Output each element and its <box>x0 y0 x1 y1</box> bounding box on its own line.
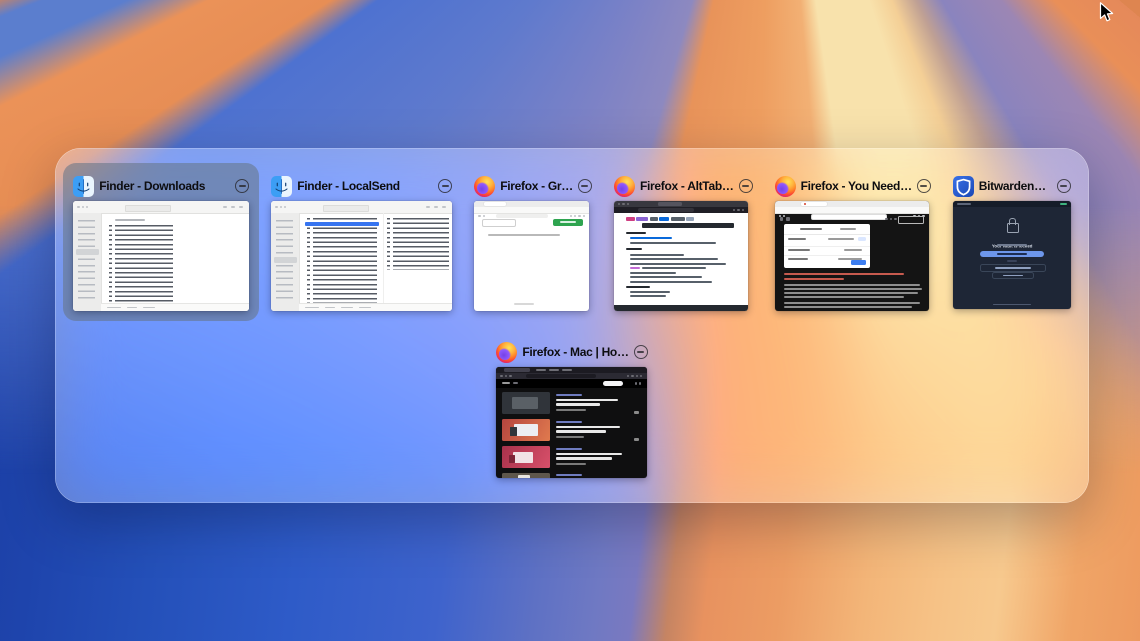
page-button-outline <box>898 216 924 224</box>
window-item-bitwarden[interactable]: Bitwarden… Your vault is locked <box>943 163 1081 321</box>
firefox-app-icon <box>496 342 517 363</box>
hide-window-icon[interactable] <box>739 179 753 193</box>
finder-statusbar <box>101 303 249 311</box>
window-switcher-panel: Finder - Downloads <box>55 148 1089 503</box>
window-title: Firefox - You Need… <box>801 179 912 193</box>
window-item-header: Finder - Downloads <box>73 175 249 197</box>
hide-window-icon[interactable] <box>917 179 931 193</box>
window-thumbnail-firefox-alttab[interactable] <box>614 201 748 311</box>
finder-sidebar <box>73 213 102 311</box>
window-item-firefox-youneed[interactable]: Firefox - You Need… <box>765 163 941 321</box>
window-item-finder-localsend[interactable]: Finder - LocalSend <box>261 163 462 321</box>
finder-app-icon <box>271 176 292 197</box>
hide-window-icon[interactable] <box>235 179 249 193</box>
window-title: Bitwarden… <box>979 179 1052 193</box>
firefox-app-icon <box>614 176 635 197</box>
article-image <box>502 419 550 441</box>
window-thumbnail-firefox-youneed[interactable] <box>775 201 929 311</box>
window-item-header: Finder - LocalSend <box>271 175 452 197</box>
readme-badges <box>626 217 695 221</box>
firefox-app-icon <box>775 176 796 197</box>
finder-sidebar <box>271 213 300 311</box>
site-header <box>496 379 647 388</box>
window-item-header: Bitwarden… <box>953 175 1071 197</box>
window-item-header: Firefox - Gr… <box>474 175 592 197</box>
window-item-firefox-mac[interactable]: Firefox - Mac | Ho… <box>486 329 657 488</box>
page-search-field <box>482 219 516 227</box>
window-title: Firefox - Gr… <box>500 179 573 193</box>
finder-selected-row <box>305 222 379 226</box>
hide-window-icon[interactable] <box>1057 179 1071 193</box>
browser-toolbar <box>775 207 929 215</box>
window-title: Firefox - Mac | Ho… <box>522 345 628 359</box>
switcher-row-1: Finder - Downloads <box>55 163 1089 321</box>
window-title: Finder - LocalSend <box>297 179 433 193</box>
firefox-app-icon <box>474 176 495 197</box>
bitwarden-app-icon <box>953 176 974 197</box>
finder-file-list-col1 <box>313 218 377 311</box>
finder-file-list <box>115 225 173 311</box>
window-thumbnail-firefox-gr[interactable] <box>474 201 589 311</box>
subscribe-button <box>603 381 623 386</box>
window-title: Firefox - AltTab… <box>640 179 734 193</box>
green-action-button <box>553 219 583 226</box>
window-title: Finder - Downloads <box>99 179 230 193</box>
hide-window-icon[interactable] <box>438 179 452 193</box>
browser-toolbar <box>474 207 589 215</box>
finder-file-list-col2 <box>393 218 449 270</box>
window-thumbnail-finder-downloads[interactable] <box>73 201 249 311</box>
window-thumbnail-firefox-mac[interactable] <box>496 367 647 478</box>
app-titlebar <box>953 201 1071 207</box>
sync-status-badge <box>1060 203 1067 206</box>
finder-file-icons <box>109 225 112 311</box>
finder-app-icon <box>73 176 94 197</box>
window-item-finder-downloads[interactable]: Finder - Downloads <box>63 163 259 321</box>
desktop: { "app_switcher": { "rows": [ { "items":… <box>0 0 1140 641</box>
window-item-header: Firefox - Mac | Ho… <box>496 341 647 363</box>
settings-card <box>784 224 870 268</box>
window-item-header: Firefox - AltTab… <box>614 175 753 197</box>
tertiary-button <box>992 272 1034 279</box>
page-footer <box>614 305 748 311</box>
secondary-button <box>980 264 1046 272</box>
window-thumbnail-finder-localsend[interactable] <box>271 201 452 311</box>
window-item-header: Firefox - You Need… <box>775 175 931 197</box>
browser-toolbar <box>614 207 748 214</box>
card-primary-button <box>851 260 866 265</box>
finder-statusbar <box>299 303 452 311</box>
article-image <box>502 446 550 468</box>
article-image <box>502 473 550 478</box>
window-item-firefox-gr[interactable]: Firefox - Gr… <box>464 163 602 321</box>
unlock-button <box>980 251 1044 257</box>
window-item-firefox-alttab[interactable]: Firefox - AltTab… <box>604 163 763 321</box>
window-thumbnail-bitwarden[interactable]: Your vault is locked <box>953 201 1071 309</box>
hide-window-icon[interactable] <box>634 345 648 359</box>
switcher-row-2: Firefox - Mac | Ho… <box>55 329 1089 488</box>
hide-window-icon[interactable] <box>578 179 592 193</box>
article-image <box>502 392 550 414</box>
